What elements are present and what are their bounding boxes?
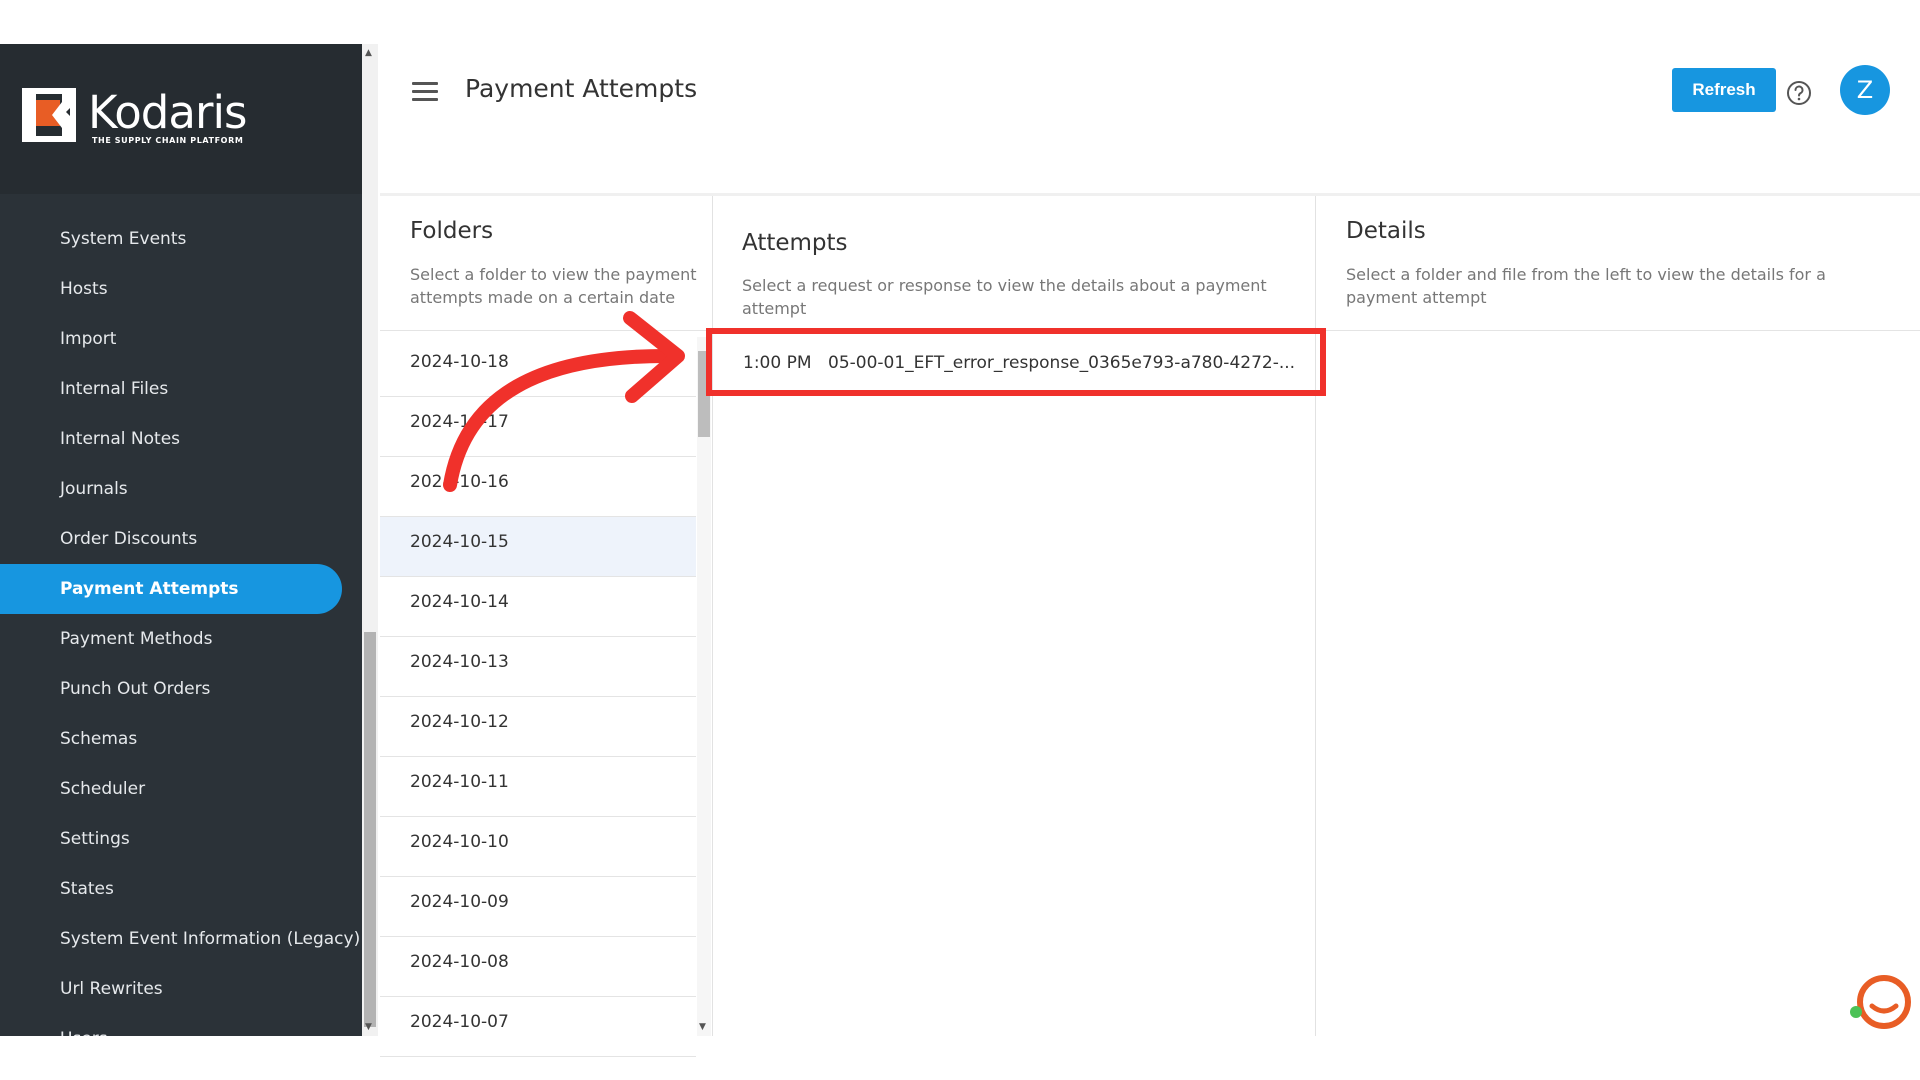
attempts-title: Attempts xyxy=(742,230,848,256)
folder-list: 2024-10-18 2024-10-17 2024-10-16 2024-10… xyxy=(380,337,696,1057)
attempt-filename: 05-00-01_EFT_error_response_0365e793-a78… xyxy=(828,353,1296,373)
sidebar-item-system-event-information[interactable]: System Event Information (Legacy) xyxy=(0,914,362,964)
sidebar-item-punch-out-orders[interactable]: Punch Out Orders xyxy=(0,664,362,714)
refresh-button[interactable]: Refresh xyxy=(1672,68,1776,112)
attempts-description: Select a request or response to view the… xyxy=(742,276,1267,318)
sidebar-item-order-discounts[interactable]: Order Discounts xyxy=(0,514,362,564)
sidebar-item-internal-notes[interactable]: Internal Notes xyxy=(0,414,362,464)
sidebar-item-system-events[interactable]: System Events xyxy=(0,214,362,264)
kodaris-logo-icon xyxy=(22,88,76,142)
divider xyxy=(1316,330,1920,331)
sidebar-item-settings[interactable]: Settings xyxy=(0,814,362,864)
logo-text: Kodaris xyxy=(88,86,247,139)
folder-scrollbar-thumb[interactable] xyxy=(698,351,710,437)
sidebar-scrollbar[interactable]: ▲ ▼ xyxy=(362,44,378,1036)
avatar[interactable]: Z xyxy=(1840,65,1890,115)
divider xyxy=(380,330,712,331)
scroll-down-arrow-icon[interactable]: ▼ xyxy=(365,1022,372,1032)
page-title: Payment Attempts xyxy=(465,74,698,103)
sidebar-item-scheduler[interactable]: Scheduler xyxy=(0,764,362,814)
panel-divider xyxy=(1315,196,1316,1036)
folder-item[interactable]: 2024-10-12 xyxy=(380,697,696,757)
folder-item[interactable]: 2024-10-16 xyxy=(380,457,696,517)
folder-item[interactable]: 2024-10-08 xyxy=(380,937,696,997)
scroll-down-arrow-icon[interactable]: ▼ xyxy=(699,1022,706,1032)
folder-item-selected[interactable]: 2024-10-15 xyxy=(380,517,696,577)
folder-item[interactable]: 2024-10-14 xyxy=(380,577,696,637)
sidebar-item-journals[interactable]: Journals xyxy=(0,464,362,514)
sidebar-item-schemas[interactable]: Schemas xyxy=(0,714,362,764)
folders-title: Folders xyxy=(410,218,494,244)
folder-item[interactable]: 2024-10-17 xyxy=(380,397,696,457)
help-circle-icon[interactable] xyxy=(1786,80,1812,106)
sidebar-item-payment-attempts[interactable]: Payment Attempts xyxy=(0,564,342,614)
attempt-time: 1:00 PM xyxy=(743,353,812,373)
sidebar-item-states[interactable]: States xyxy=(0,864,362,914)
attempt-item[interactable]: 1:00 PM 05-00-01_EFT_error_response_0365… xyxy=(713,338,1315,388)
folder-item[interactable]: 2024-10-10 xyxy=(380,817,696,877)
sidebar-item-import[interactable]: Import xyxy=(0,314,362,364)
panel-divider xyxy=(712,196,713,1036)
sidebar-item-url-rewrites[interactable]: Url Rewrites xyxy=(0,964,362,1014)
sidebar-item-internal-files[interactable]: Internal Files xyxy=(0,364,362,414)
sidebar-item-users[interactable]: Users xyxy=(0,1014,362,1036)
hamburger-icon[interactable] xyxy=(412,82,438,102)
folder-item[interactable]: 2024-10-18 xyxy=(380,337,696,397)
sidebar-scrollbar-thumb[interactable] xyxy=(364,632,376,1027)
details-description: Select a folder and file from the left t… xyxy=(1346,265,1826,307)
sidebar-nav: System Events Hosts Import Internal File… xyxy=(0,214,362,1036)
sidebar-item-hosts[interactable]: Hosts xyxy=(0,264,362,314)
sidebar-item-payment-methods[interactable]: Payment Methods xyxy=(0,614,362,664)
sidebar: Kodaris THE SUPPLY CHAIN PLATFORM System… xyxy=(0,44,362,1036)
folder-scrollbar[interactable]: ▼ xyxy=(697,337,711,1036)
folder-item[interactable]: 2024-10-07 xyxy=(380,997,696,1057)
folder-item[interactable]: 2024-10-13 xyxy=(380,637,696,697)
folders-description: Select a folder to view the payment atte… xyxy=(410,265,697,307)
folder-item[interactable]: 2024-10-11 xyxy=(380,757,696,817)
folder-item[interactable]: 2024-10-09 xyxy=(380,877,696,937)
details-title: Details xyxy=(1346,218,1426,244)
scroll-up-arrow-icon[interactable]: ▲ xyxy=(365,48,372,58)
content-divider xyxy=(380,193,1920,196)
logo-area: Kodaris THE SUPPLY CHAIN PLATFORM xyxy=(0,44,362,194)
logo-tagline: THE SUPPLY CHAIN PLATFORM xyxy=(92,136,244,145)
chat-widget-icon[interactable] xyxy=(1848,972,1912,1036)
